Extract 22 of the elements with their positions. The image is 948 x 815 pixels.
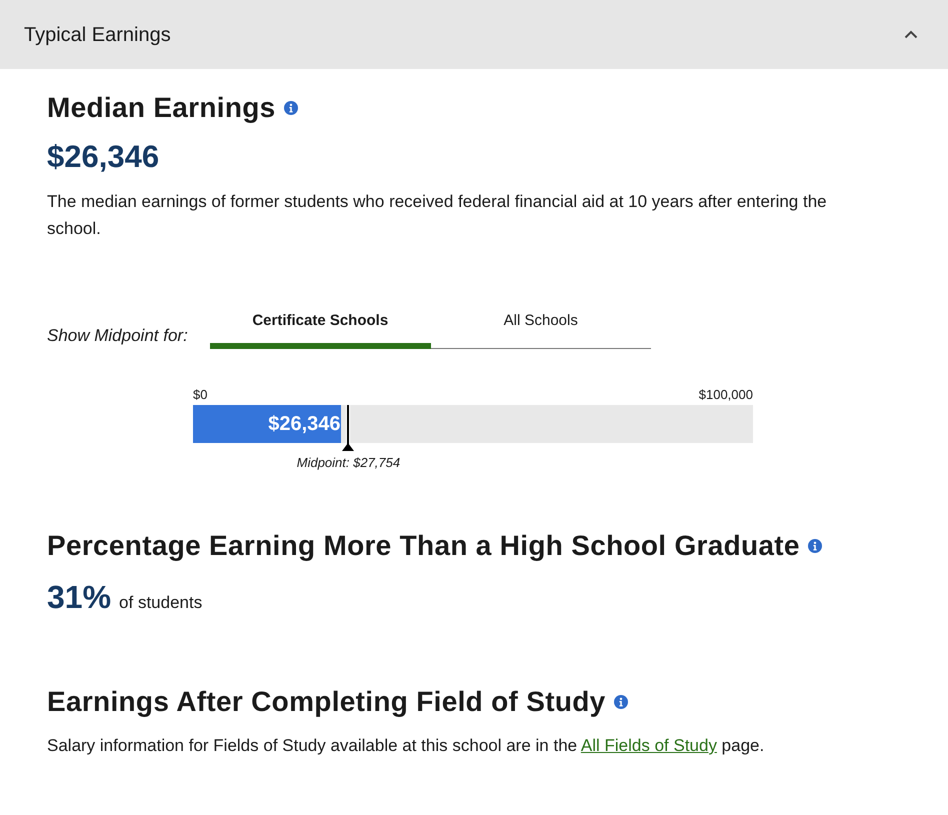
chevron-up-icon[interactable] bbox=[904, 30, 918, 39]
earnings-bar-value: $26,346 bbox=[268, 412, 341, 436]
info-icon[interactable] bbox=[284, 101, 298, 115]
info-icon[interactable] bbox=[614, 695, 628, 709]
accordion-title: Typical Earnings bbox=[24, 22, 171, 48]
median-earnings-description: The median earnings of former students who received federal financial aid at 10 years after entering the school. bbox=[47, 191, 828, 240]
midpoint-tab[interactable]: All Schools bbox=[430, 311, 651, 349]
section-heading: Percentage Earning More Than a High School Graduate bbox=[47, 529, 800, 563]
all-fields-of-study-link[interactable]: All Fields of Study bbox=[580, 736, 717, 755]
section-heading: Earnings After Completing Field of Study bbox=[47, 685, 606, 719]
median-earnings-value: $26,346 bbox=[47, 138, 160, 176]
midpoint-tab[interactable]: Certificate Schools bbox=[210, 311, 430, 349]
percentage-suffix: of students bbox=[119, 592, 202, 614]
midpoint-label: Midpoint: $27,754 bbox=[296, 455, 400, 471]
midpoint-selector-label: Show Midpoint for: bbox=[47, 325, 189, 347]
field-of-study-text: Salary information for Fields of Study available at this school are in the All Fields of Study page. bbox=[47, 735, 764, 757]
scale-min-label: $0 bbox=[193, 387, 208, 403]
scale-max-label: $100,000 bbox=[698, 387, 753, 403]
percentage-value: 31% bbox=[47, 578, 112, 617]
accordion-header[interactable]: Typical Earnings bbox=[0, 0, 948, 69]
section-heading: Median Earnings bbox=[47, 91, 276, 125]
info-icon[interactable] bbox=[808, 539, 822, 553]
